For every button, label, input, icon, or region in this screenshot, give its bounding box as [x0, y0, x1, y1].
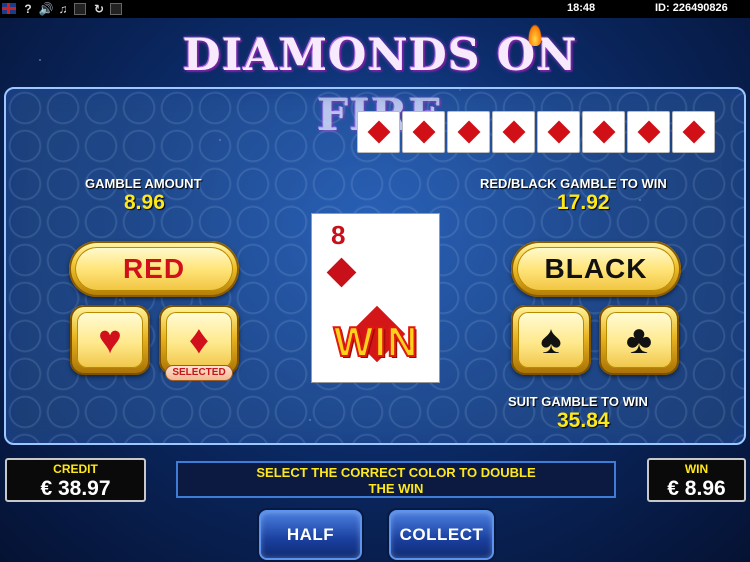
diamonds-button-face: ♦ — [166, 312, 232, 368]
clubs-button[interactable]: ♣ — [599, 305, 679, 375]
selected-badge: SELECTED — [165, 365, 233, 381]
red-button[interactable]: RED — [69, 241, 239, 297]
diamond-icon — [367, 120, 391, 144]
history-card — [357, 111, 400, 153]
uk-flag-icon[interactable] — [2, 3, 16, 14]
spade-icon: ♠ — [540, 318, 562, 362]
message-line-2: THE WIN — [368, 481, 424, 496]
refresh-icon[interactable]: ↻ — [91, 1, 107, 17]
spades-button[interactable]: ♠ — [511, 305, 591, 375]
diamonds-button[interactable]: ♦ SELECTED — [159, 305, 239, 381]
suit-win-value: 35.84 — [557, 409, 610, 432]
win-indicator: WIN — [333, 317, 419, 366]
music-icon[interactable]: ♫ — [55, 1, 71, 17]
flame-icon — [528, 24, 542, 46]
suit-win-label: SUIT GAMBLE TO WIN — [508, 394, 648, 409]
diamond-icon — [326, 257, 357, 288]
game-logo: DIAMONDS ON FIRE — [182, 30, 578, 141]
diamond-icon — [502, 120, 526, 144]
gamble-amount-label: GAMBLE AMOUNT — [85, 176, 202, 191]
history-card — [537, 111, 580, 153]
heart-icon: ♥ — [98, 318, 122, 362]
message-line-1: SELECT THE CORRECT COLOR TO DOUBLE — [256, 465, 536, 480]
sound-icon[interactable]: 🔊 — [38, 1, 54, 17]
drawn-card: 8 WIN — [311, 213, 440, 383]
black-button-label: BLACK — [517, 247, 675, 291]
hearts-button[interactable]: ♥ — [70, 305, 150, 375]
black-button[interactable]: BLACK — [511, 241, 681, 297]
win-value: € 8.96 — [667, 477, 726, 500]
stop-icon[interactable] — [74, 3, 86, 15]
redblack-win-value: 17.92 — [557, 191, 610, 214]
credit-label: CREDIT — [53, 462, 98, 476]
clubs-button-face: ♣ — [606, 312, 672, 368]
clock: 18:48 — [567, 2, 596, 14]
history-card — [672, 111, 715, 153]
hearts-button-face: ♥ — [77, 312, 143, 368]
gamble-amount-value: 8.96 — [124, 191, 165, 214]
diamond-icon — [547, 120, 571, 144]
club-icon: ♣ — [625, 318, 653, 362]
card-rank: 8 — [331, 220, 346, 250]
diamond-icon: ♦ — [188, 318, 210, 362]
diamond-icon — [682, 120, 706, 144]
history-card — [402, 111, 445, 153]
win-display: WIN € 8.96 — [647, 458, 746, 502]
diamond-icon — [457, 120, 481, 144]
diamond-icon — [592, 120, 616, 144]
instruction-message: SELECT THE CORRECT COLOR TO DOUBLE THE W… — [176, 461, 616, 498]
help-icon[interactable]: ? — [20, 1, 36, 17]
exit-icon[interactable] — [110, 3, 122, 15]
history-card — [627, 111, 670, 153]
diamond-icon — [637, 120, 661, 144]
history-card — [492, 111, 535, 153]
half-button[interactable]: HALF — [259, 510, 362, 560]
win-label: WIN — [684, 462, 709, 476]
game-id: ID: 226490826 — [655, 2, 728, 14]
redblack-win-label: RED/BLACK GAMBLE TO WIN — [480, 176, 667, 191]
red-button-label: RED — [75, 247, 233, 291]
history-card — [447, 111, 490, 153]
credit-value: € 38.97 — [40, 477, 111, 500]
diamond-icon — [412, 120, 436, 144]
collect-button[interactable]: COLLECT — [389, 510, 494, 560]
spades-button-face: ♠ — [518, 312, 584, 368]
history-card — [582, 111, 625, 153]
card-history — [357, 111, 715, 153]
top-status-bar: ? 🔊 ♫ ↻ 18:48 ID: 226490826 — [0, 0, 750, 18]
credit-display: CREDIT € 38.97 — [5, 458, 146, 502]
